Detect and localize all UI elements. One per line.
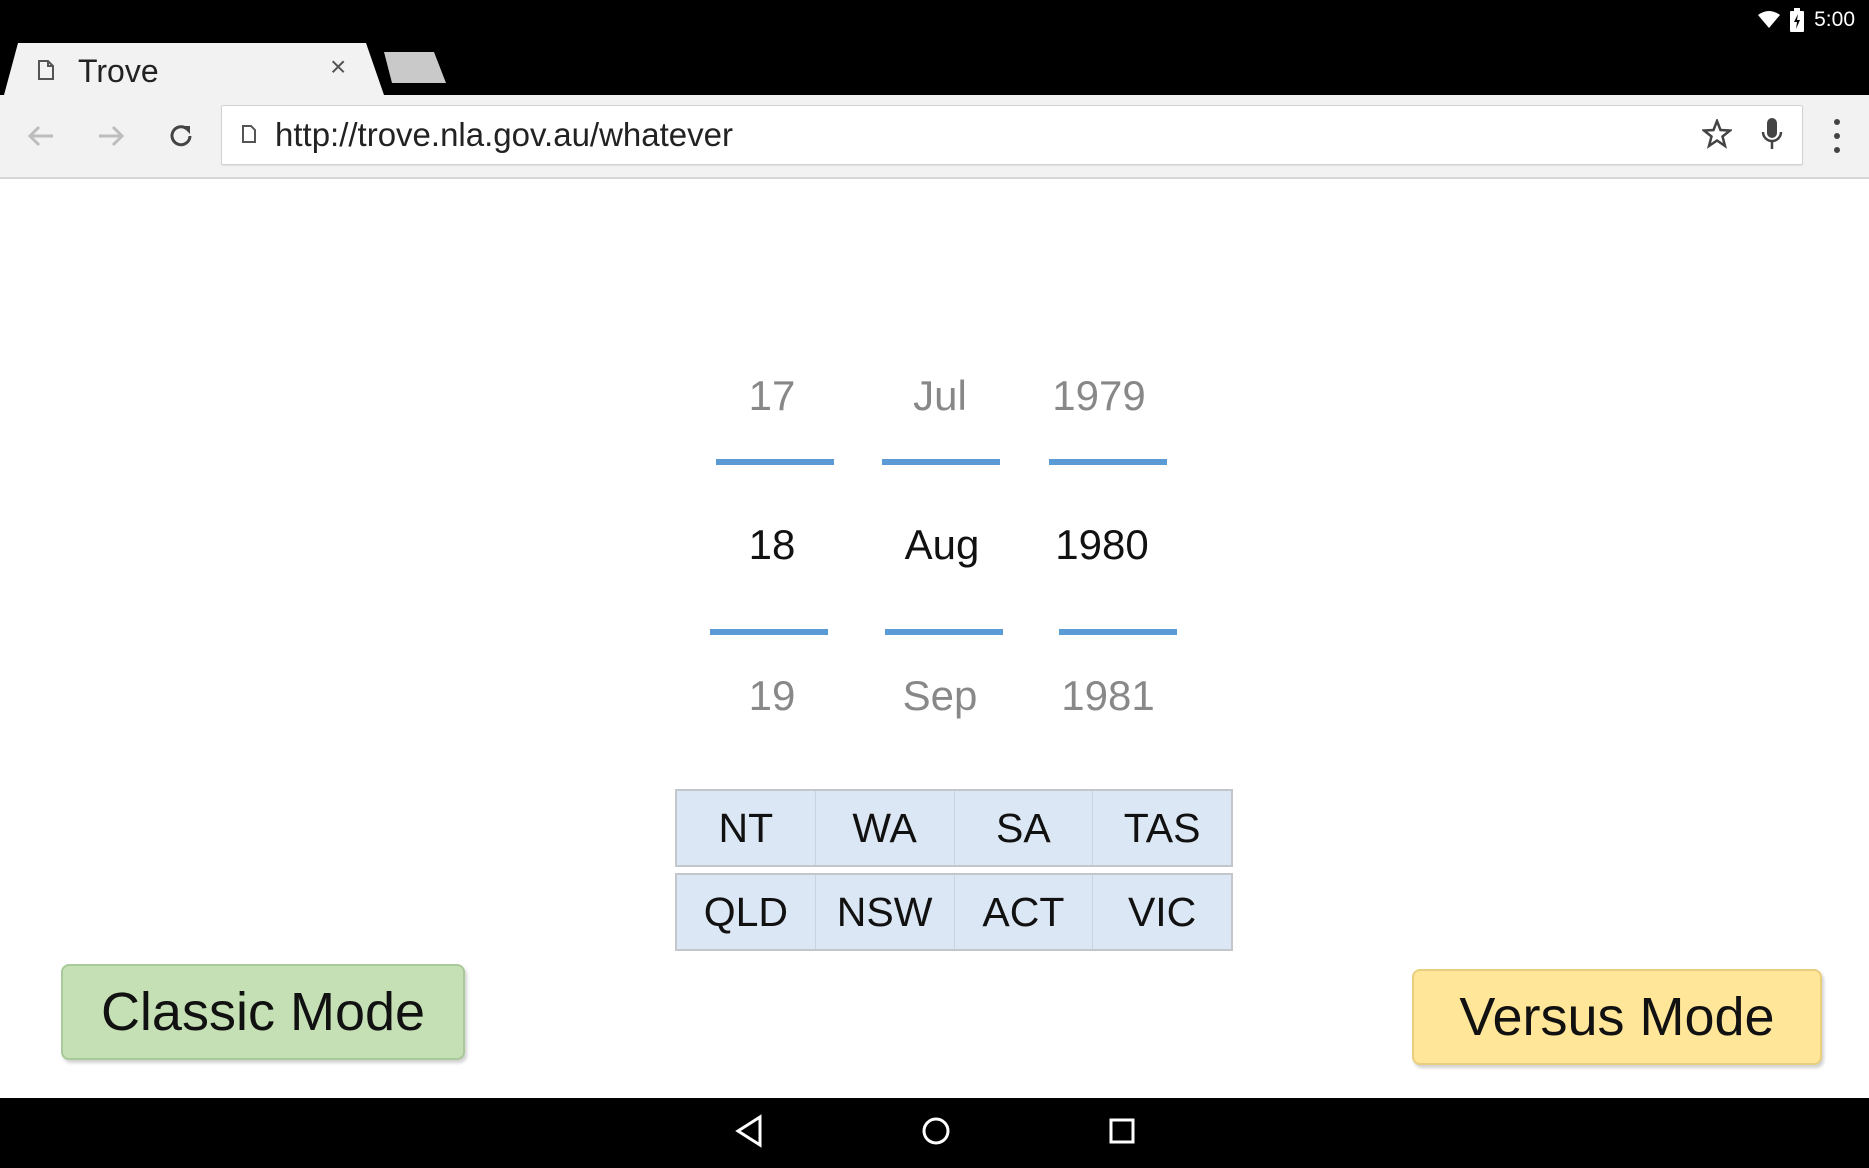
home-circle-icon[interactable] (920, 1114, 952, 1153)
tab-strip: Trove × (0, 40, 1869, 95)
overflow-menu-icon[interactable] (1822, 119, 1852, 153)
state-wa[interactable]: WA (816, 791, 955, 865)
tab-title: Trove (78, 53, 159, 89)
system-nav-bar (0, 1098, 1869, 1168)
classic-mode-button[interactable]: Classic Mode (61, 964, 465, 1060)
versus-mode-button[interactable]: Versus Mode (1412, 969, 1822, 1065)
year-divider-bottom (1059, 629, 1177, 635)
reload-button[interactable] (162, 117, 200, 155)
state-selector: NT WA SA TAS QLD NSW ACT VIC (675, 789, 1233, 957)
new-tab-button[interactable] (384, 52, 446, 83)
month-prev[interactable]: Jul (913, 372, 967, 420)
year-prev[interactable]: 1979 (1052, 372, 1145, 420)
browser-toolbar: http://trove.nla.gov.au/whatever (0, 95, 1869, 179)
day-prev[interactable]: 17 (749, 372, 796, 420)
state-vic[interactable]: VIC (1093, 875, 1231, 949)
day-divider-top (716, 459, 834, 465)
battery-charging-icon (1790, 8, 1805, 32)
page-content: 17 18 19 Jul Aug Sep 1979 1980 1981 NT W… (0, 179, 1869, 1098)
state-tas[interactable]: TAS (1093, 791, 1231, 865)
status-time: 5:00 (1814, 8, 1855, 31)
month-selected[interactable]: Aug (905, 521, 980, 569)
year-divider-top (1049, 459, 1167, 465)
bookmark-star-icon[interactable] (1700, 117, 1734, 154)
state-act[interactable]: ACT (955, 875, 1094, 949)
back-triangle-icon[interactable] (734, 1114, 764, 1153)
page-icon (38, 60, 54, 85)
month-divider-top (882, 459, 1000, 465)
back-button[interactable] (22, 117, 60, 155)
year-selected[interactable]: 1980 (1055, 521, 1148, 569)
forward-arrow-icon (99, 125, 125, 147)
browser-tab[interactable]: Trove × (4, 43, 384, 95)
microphone-icon[interactable] (1760, 117, 1784, 156)
page-icon (242, 125, 256, 148)
state-row-1: NT WA SA TAS (675, 789, 1233, 867)
address-bar[interactable]: http://trove.nla.gov.au/whatever (221, 105, 1803, 165)
reload-icon (170, 125, 192, 147)
wifi-icon (1758, 11, 1781, 29)
close-tab-icon[interactable]: × (330, 51, 346, 83)
state-nsw[interactable]: NSW (816, 875, 955, 949)
day-next[interactable]: 19 (749, 672, 796, 720)
state-nt[interactable]: NT (677, 791, 816, 865)
month-divider-bottom (885, 629, 1003, 635)
status-bar: 5:00 (0, 0, 1869, 40)
day-selected[interactable]: 18 (749, 521, 796, 569)
status-icons: 5:00 (1758, 4, 1855, 36)
state-sa[interactable]: SA (955, 791, 1094, 865)
forward-button[interactable] (92, 117, 130, 155)
back-arrow-icon (27, 125, 53, 147)
state-qld[interactable]: QLD (677, 875, 816, 949)
recents-square-icon[interactable] (1108, 1114, 1136, 1153)
year-next[interactable]: 1981 (1061, 672, 1154, 720)
state-row-2: QLD NSW ACT VIC (675, 873, 1233, 951)
month-next[interactable]: Sep (903, 672, 978, 720)
url-text[interactable]: http://trove.nla.gov.au/whatever (275, 116, 733, 154)
day-divider-bottom (710, 629, 828, 635)
